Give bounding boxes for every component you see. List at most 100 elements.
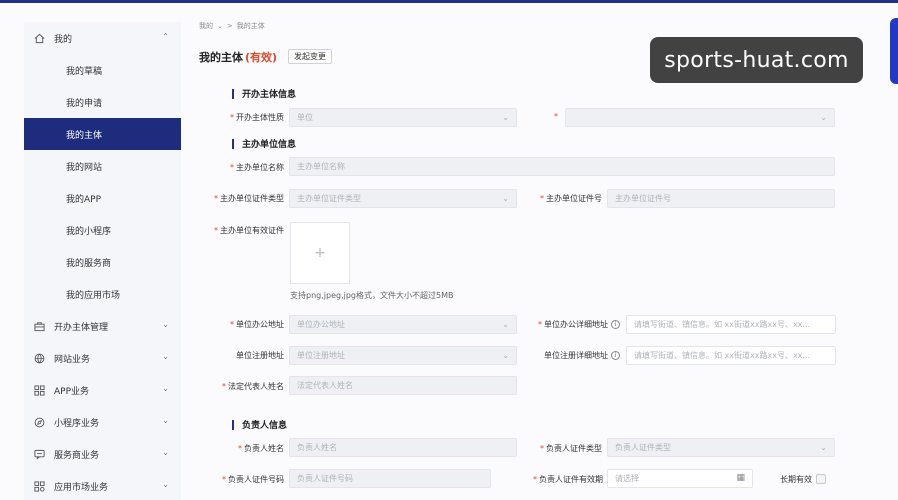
breadcrumb: 我的 ⌄ > 我的主体 [199,21,265,31]
breadcrumb-current: 我的主体 [236,22,265,30]
page-title: 我的主体 (有效) [199,49,277,65]
chevron-down-icon: ⌄ [502,351,509,360]
sidebar-group-label: APP业务 [54,386,90,397]
cert-no-label: * 主办单位证件号 [522,193,602,204]
owner-cert-type-select[interactable]: 负责人证件类型 ⌄ [607,438,835,457]
compass-icon [33,416,45,428]
office-detail-input[interactable]: 请填写街道、镇信息。如 xx街道xx路xx号、xx... [626,315,836,334]
apps-icon [33,480,45,492]
cert-no-input[interactable]: 主办单位证件号 [607,189,835,208]
sidebar-group-miniprogram[interactable]: 小程序业务 ⌄ [24,406,181,438]
calendar-icon: ▦ [736,473,745,483]
required-mark: * [230,163,234,172]
select-value: 单位 [297,113,313,122]
sidebar-group-entity-management[interactable]: 开办主体管理 ⌄ [24,310,181,342]
chevron-down-icon: ⌄ [162,352,169,361]
second-select[interactable]: ⌄ [565,108,835,127]
sidebar-group-app[interactable]: APP业务 ⌄ [24,374,181,406]
sidebar-item-apps[interactable]: 我的APP [24,182,181,214]
section-open-entity: 开办主体信息 [232,87,296,100]
label-text: 单位注册详细地址 [544,351,608,360]
unit-name-label: * 主办单位名称 [200,162,284,173]
sidebar-group-label: 我的 [54,34,73,45]
sidebar-item-drafts[interactable]: 我的草稿 [24,54,181,86]
sidebar-item-websites[interactable]: 我的网站 [24,150,181,182]
date-placeholder: 请选择 [615,474,639,483]
sidebar-group-provider[interactable]: 服务商业务 ⌄ [24,438,181,470]
home-icon [33,32,45,44]
briefcase-icon [33,320,45,332]
required-mark: * [540,194,544,203]
owner-cert-valid-label: * 负责人证件有效期 [512,474,603,485]
chevron-down-icon: ⌄ [162,384,169,393]
sidebar-item-my-entity[interactable]: 我的主体 [24,118,181,150]
plus-icon: + [314,245,326,261]
top-accent-bar [0,0,898,3]
required-mark: * [222,382,226,391]
select-placeholder: 负责人证件类型 [615,443,671,452]
sidebar-group-my[interactable]: 我的 ⌃ [24,22,181,54]
sidebar-item-providers[interactable]: 我的服务商 [24,246,181,278]
second-select-label: * [540,112,560,121]
info-icon[interactable]: i [611,320,620,329]
valid-cert-label: * 主办单位有效证件 [190,225,284,236]
required-mark: * [222,475,226,484]
select-placeholder: 单位办公地址 [297,320,345,329]
legal-rep-input[interactable]: 法定代表人姓名 [289,376,517,395]
reg-address-select[interactable]: 单位注册地址 ⌄ [289,346,517,365]
owner-name-label: * 负责人姓名 [200,443,284,454]
long-term-checkbox[interactable] [816,474,826,484]
watermark: sports-huat.com [650,37,863,83]
reg-detail-label: 单位注册详细地址 i [520,350,620,361]
owner-cert-no-label: * 负责人证件号码 [200,474,284,485]
owner-cert-type-label: * 负责人证件类型 [522,443,602,454]
chevron-down-icon: ⌄ [217,22,223,30]
reg-detail-input[interactable]: 请填写街道、镇信息。如 xx街道xx路xx号、xx... [626,346,836,365]
initiate-change-button[interactable]: 发起变更 [288,49,332,64]
unit-name-input[interactable]: 主办单位名称 [289,157,835,176]
chevron-down-icon: ⌄ [162,448,169,457]
entity-nature-label: * 开办主体性质 [200,112,284,123]
owner-cert-no-input[interactable]: 负责人证件号码 [289,469,491,488]
breadcrumb-separator: > [226,22,233,30]
owner-name-input[interactable]: 负责人姓名 [289,438,517,457]
breadcrumb-root[interactable]: 我的 [199,21,213,31]
page-title-text: 我的主体 [199,51,243,64]
required-mark: * [230,320,234,329]
sidebar-group-website[interactable]: 网站业务 ⌄ [24,342,181,374]
sidebar-group-app-market[interactable]: 应用市场业务 ⌄ [24,470,181,500]
sidebar-item-miniprograms[interactable]: 我的小程序 [24,214,181,246]
office-address-select[interactable]: 单位办公地址 ⌄ [289,315,517,334]
office-address-label: * 单位办公地址 [200,319,284,330]
required-mark: * [538,320,542,329]
sidebar-group-label: 开办主体管理 [54,322,109,333]
sidebar-item-app-markets[interactable]: 我的应用市场 [24,278,181,310]
upload-box[interactable]: + [290,222,350,284]
cert-type-select[interactable]: 主办单位证件类型 ⌄ [289,189,517,208]
sidebar-item-applications[interactable]: 我的申请 [24,86,181,118]
entity-nature-select[interactable]: 单位 ⌄ [289,108,517,127]
label-text: 负责人证件有效期 [539,475,603,484]
chevron-down-icon: ⌄ [162,320,169,329]
label-text: 负责人证件类型 [546,444,602,453]
info-icon[interactable]: i [611,351,620,360]
section-owner: 负责人信息 [232,418,287,431]
required-mark: * [238,444,242,453]
grid-icon [33,384,45,396]
chevron-down-icon: ⌄ [820,113,827,122]
required-mark: * [214,194,218,203]
owner-cert-valid-date[interactable]: 请选择 ▦ [607,469,753,488]
sidebar-group-label: 服务商业务 [54,450,100,461]
required-mark: * [214,226,218,235]
label-text: 单位注册地址 [236,351,284,360]
chevron-down-icon: ⌄ [502,113,509,122]
side-floating-tab[interactable] [890,18,898,84]
label-text: 单位办公地址 [236,320,284,329]
section-host-unit: 主办单位信息 [232,137,296,150]
globe-icon [33,352,45,364]
cert-type-label: * 主办单位证件类型 [190,193,284,204]
sidebar-group-label: 小程序业务 [54,418,100,429]
chevron-up-icon: ⌃ [162,32,169,41]
legal-rep-label: * 法定代表人姓名 [200,381,284,392]
status-badge: (有效) [245,51,278,64]
